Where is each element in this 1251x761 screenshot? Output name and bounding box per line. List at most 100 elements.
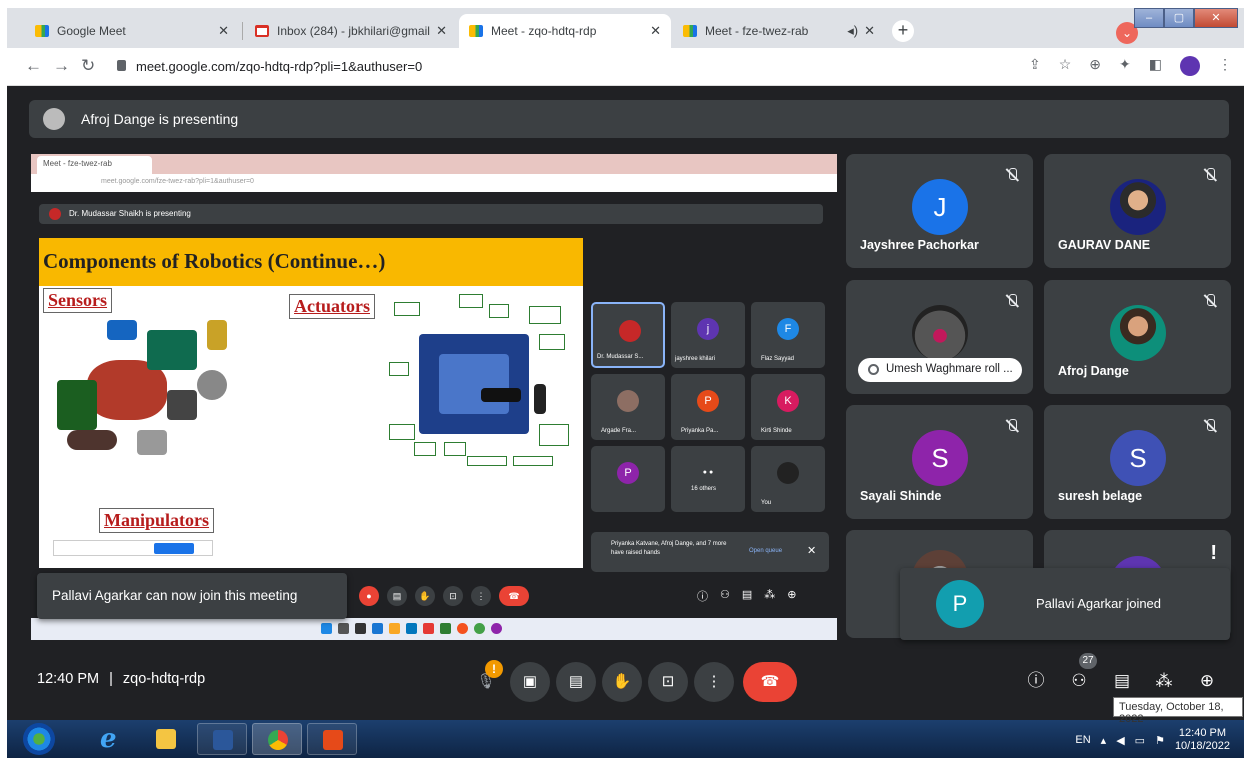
slide-title: Components of Robotics (Continue…) [43,249,386,273]
volume-icon[interactable]: ◀ [1116,734,1124,747]
more-options-button[interactable]: ⋮ [694,662,734,702]
mini-tile: F Flaz Sayyad [751,302,825,368]
participant-tile[interactable]: S Sayali Shinde [846,405,1033,519]
joined-text: Pallavi Agarkar joined [1036,596,1162,611]
close-icon[interactable]: ✕ [807,544,816,557]
new-tab-button[interactable]: + [892,20,914,42]
reload-button[interactable]: ↻ [81,56,95,76]
language-indicator[interactable]: EN [1075,734,1090,746]
host-controls-icon[interactable]: ⊕ [1195,669,1219,693]
mic-off-icon [1203,294,1217,308]
speaker-icon: ◂) [847,23,859,38]
mini-avatar: F [777,318,799,340]
leave-call-button[interactable]: ☎ [743,662,797,702]
menu-icon[interactable]: ⋮ [1218,56,1232,76]
tab-label: Inbox (284) - jbkhilari@gmail.com [277,24,430,38]
mini-avatar [619,320,641,342]
activities-icon[interactable]: ⁂ [1152,669,1176,693]
mini-tile: P [591,446,665,512]
ie-icon: e [100,724,117,754]
close-icon[interactable]: ✕ [650,23,661,39]
present-button[interactable]: ⊡ [648,662,688,702]
mini-avatar: P [697,390,719,412]
window-close-button[interactable]: ✕ [1194,8,1238,28]
close-icon[interactable]: ✕ [218,23,229,39]
forward-button[interactable]: → [53,56,70,76]
tab-gmail-inbox[interactable]: Inbox (284) - jbkhilari@gmail.com ✕ [245,14,457,48]
participant-name: Umesh Waghmare roll ... [886,363,1013,375]
meet-icon [683,25,697,37]
app-icon [323,730,343,750]
clock[interactable]: 12:40 PM 10/18/2022 [1175,727,1230,753]
people-icon[interactable]: ⚇ [1067,669,1091,693]
word-taskbar-button[interactable] [197,723,247,755]
meeting-code: zqo-hdtq-rdp [122,671,206,687]
puzzle-icon[interactable]: ✦ [1119,56,1131,76]
chat-icon[interactable]: ▤ [1110,669,1134,693]
inner-tabstrip: Meet - fze-twez-rab [31,154,837,174]
clock-date: 10/18/2022 [1174,740,1230,752]
maximize-button[interactable]: ▢ [1164,8,1194,28]
participant-tile[interactable]: J Jayshree Pachorkar [846,154,1033,268]
camera-button[interactable]: ▣ [510,662,550,702]
tab-meet-zqo-hdtq-rdp[interactable]: Meet - zqo-hdtq-rdp ✕ [459,14,671,48]
mini-tile: j jayshree khilari [671,302,745,368]
inner-url: meet.google.com/fze-twez-rab?pli=1&authu… [101,178,254,185]
sidepanel-icon[interactable]: ◧ [1149,56,1162,76]
network-icon[interactable]: ▭ [1135,734,1145,747]
info-icon[interactable]: ⓘ [1024,669,1048,693]
participant-tile[interactable]: S suresh belage [1044,405,1231,519]
tab-meet-fze-twez-rab[interactable]: Meet - fze-twez-rab ◂) ✕ [673,14,885,48]
lock-icon: ⊕ [787,589,797,601]
minimize-button[interactable]: – [1134,8,1164,28]
raised-hand-icon: ! [1210,542,1217,564]
back-button[interactable]: ← [25,56,42,76]
participant-tile[interactable]: Umesh Waghmare roll ... [846,280,1033,394]
tab-google-meet[interactable]: Google Meet ✕ [25,14,239,48]
mini-avatar: P [617,462,639,484]
inner-taskbar [31,618,837,640]
inner-controls: ● ▤ ✋ ⊡ ⋮ ☎ [359,586,529,606]
ie-taskbar-button[interactable]: e [85,723,135,755]
mini-tile: P Priyanka Pa... [671,374,745,440]
tray-arrow-icon[interactable]: ▴ [1101,734,1107,747]
close-icon[interactable]: ✕ [436,23,447,39]
participant-tile[interactable]: GAURAV DANE [1044,154,1231,268]
meet-icon [35,25,49,37]
flag-icon[interactable]: ⚑ [1155,734,1165,747]
explorer-taskbar-button[interactable] [141,723,191,755]
actuators-diagram [389,294,569,474]
system-tray: EN ▴ ◀ ▭ ⚑ 12:40 PM 10/18/2022 [1075,727,1230,753]
extension-icon[interactable]: ⊕ [1089,56,1101,76]
mini-name: You [761,500,772,506]
start-button[interactable] [23,723,55,755]
participant-name: suresh belage [1058,489,1143,503]
toast-text: Pallavi Agarkar can now join this meetin… [52,588,298,603]
robot-parts-image [47,320,247,460]
participant-avatar [1110,305,1166,361]
participant-avatar: S [912,430,968,486]
tab-label: Meet - fze-twez-rab [705,24,809,38]
open-queue-button[interactable]: Open queue [749,548,782,554]
sharing-notice [53,540,213,556]
close-icon[interactable]: ✕ [864,23,875,39]
tab-label: Google Meet [57,24,126,38]
meeting-time: 12:40 PM [37,671,100,687]
participant-avatar: J [912,179,968,235]
bookmark-star-icon[interactable]: ☆ [1059,56,1072,76]
profile-avatar[interactable] [1180,56,1200,76]
app-taskbar-button[interactable] [307,723,357,755]
participant-tile[interactable]: Afroj Dange [1044,280,1231,394]
url-text: meet.google.com/zqo-hdtq-rdp?pli=1&authu… [136,59,423,74]
mini-name: 16 others [691,486,717,492]
share-icon[interactable]: ⇪ [1029,56,1041,76]
chrome-taskbar-button[interactable] [252,723,302,755]
participant-name: Sayali Shinde [860,489,942,503]
stop-sharing-button[interactable] [154,543,194,554]
captions-button[interactable]: ▤ [556,662,596,702]
warning-icon: ! [485,660,503,678]
raise-hand-button[interactable]: ✋ [602,662,642,702]
captions-icon: ▤ [387,586,407,606]
meet-icon [469,25,483,37]
mini-tile-others: ● ● 16 others [671,446,745,512]
